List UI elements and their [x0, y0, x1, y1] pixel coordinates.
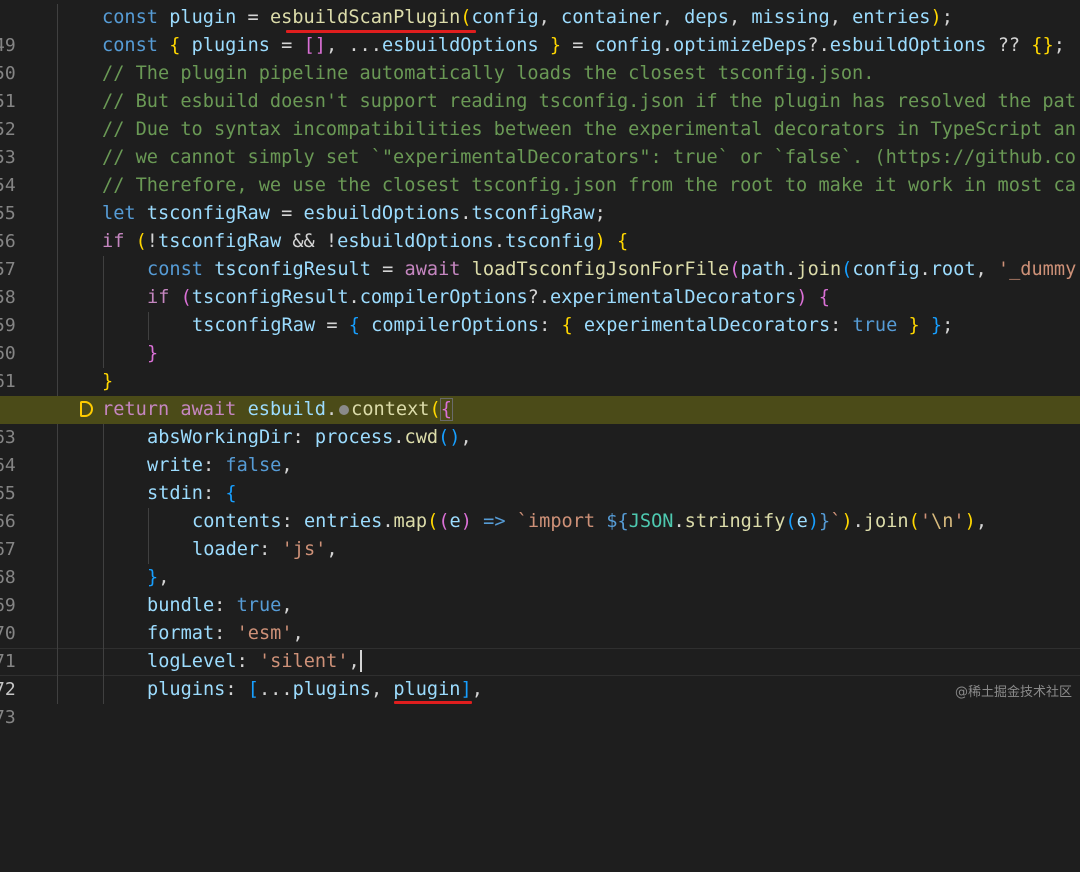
- indent-guide: [57, 340, 58, 368]
- inline-breakpoint-dot-icon[interactable]: [339, 405, 350, 415]
- indent-guide: [57, 368, 58, 396]
- indent-guide: [57, 256, 58, 284]
- line-text: // But esbuild doesn't support reading t…: [102, 91, 1076, 112]
- indent-guide: [148, 312, 149, 340]
- code-line[interactable]: 65 write: false,: [0, 452, 1080, 504]
- code-line[interactable]: 60 tsconfigRaw = { compilerOptions: { ex…: [0, 312, 1080, 364]
- indent-guide: [103, 620, 104, 648]
- indent-guide: [57, 648, 58, 676]
- indent-guide: [148, 536, 149, 564]
- line-text: if (tsconfigResult.compilerOptions?.expe…: [147, 287, 830, 308]
- line-text: loader: 'js',: [192, 539, 338, 560]
- indent-guide: [57, 424, 58, 452]
- line-text: // we cannot simply set `"experimentalDe…: [102, 147, 1076, 168]
- indent-guide: [103, 676, 104, 704]
- line-text: plugins: [...plugins, plugin],: [147, 679, 483, 700]
- code-line[interactable]: 73 plugins: [...plugins, plugin],: [0, 676, 1080, 728]
- execution-line[interactable]: 63 return await esbuild.context({: [0, 396, 1080, 448]
- text-cursor: [359, 650, 362, 672]
- line-text: }: [102, 371, 114, 392]
- line-text: contents: entries.map((e) => `import ${J…: [192, 511, 988, 532]
- indent-guide: [57, 4, 58, 32]
- code-line[interactable]: 62 }: [0, 368, 1080, 420]
- line-text: const tsconfigResult = await loadTsconfi…: [147, 259, 1077, 280]
- code-line[interactable]: 53 // Due to syntax incompatibilities be…: [0, 116, 1080, 168]
- code-line[interactable]: 50 const { plugins = [], ...esbuildOptio…: [0, 32, 1080, 84]
- line-text: stdin: {: [147, 483, 237, 504]
- code-line[interactable]: 59 if (tsconfigResult.compilerOptions?.e…: [0, 284, 1080, 336]
- annotation-underline: [394, 701, 472, 704]
- indent-guide: [57, 60, 58, 88]
- code-line[interactable]: 61 }: [0, 340, 1080, 392]
- code-line[interactable]: 64 absWorkingDir: process.cwd(),: [0, 424, 1080, 476]
- indent-guide: [103, 564, 104, 592]
- indent-guide: [57, 676, 58, 704]
- code-line[interactable]: 49 const plugin = esbuildScanPlugin(conf…: [0, 4, 1080, 56]
- indent-guide: [57, 564, 58, 592]
- line-text: write: false,: [147, 455, 293, 476]
- cursor-line[interactable]: 72 logLevel: 'silent',: [0, 648, 1080, 700]
- line-number: 73: [0, 707, 16, 728]
- indent-guide: [103, 340, 104, 368]
- line-text: tsconfigRaw = { compilerOptions: { exper…: [192, 315, 954, 336]
- indent-guide: [103, 424, 104, 452]
- code-line[interactable]: 54 // we cannot simply set `"experimenta…: [0, 144, 1080, 196]
- code-line[interactable]: 58 const tsconfigResult = await loadTsco…: [0, 256, 1080, 308]
- watermark: @稀土掘金技术社区: [954, 685, 1072, 700]
- indent-guide: [57, 172, 58, 200]
- indent-guide: [57, 312, 58, 340]
- line-text: if (!tsconfigRaw && !esbuildOptions.tsco…: [102, 231, 629, 252]
- line-text: logLevel: 'silent',: [147, 650, 362, 672]
- indent-guide: [103, 592, 104, 620]
- indent-guide: [57, 452, 58, 480]
- line-text: // The plugin pipeline automatically loa…: [102, 63, 875, 84]
- line-text: }: [147, 343, 159, 364]
- line-text: },: [147, 567, 170, 588]
- indent-guide: [57, 592, 58, 620]
- code-line[interactable]: 66 stdin: {: [0, 480, 1080, 532]
- indent-guide: [103, 256, 104, 284]
- line-text: const plugin = esbuildScanPlugin(config,…: [102, 7, 953, 28]
- indent-guide: [57, 116, 58, 144]
- indent-guide: [57, 88, 58, 116]
- line-text: return await esbuild. context({: [102, 398, 453, 421]
- indent-guide: [148, 508, 149, 536]
- indent-guide: [57, 620, 58, 648]
- line-text: const { plugins = [], ...esbuildOptions …: [102, 35, 1065, 56]
- code-line[interactable]: 71 format: 'esm',: [0, 620, 1080, 672]
- indent-guide: [103, 452, 104, 480]
- code-line[interactable]: 68 loader: 'js',: [0, 536, 1080, 588]
- indent-guide: [57, 480, 58, 508]
- indent-guide: [103, 648, 104, 676]
- line-text: // Therefore, we use the closest tsconfi…: [102, 175, 1076, 196]
- indent-guide: [57, 32, 58, 60]
- code-line[interactable]: 52 // But esbuild doesn't support readin…: [0, 88, 1080, 140]
- indent-guide: [57, 228, 58, 256]
- line-text: bundle: true,: [147, 595, 293, 616]
- indent-guide: [103, 284, 104, 312]
- indent-guide: [57, 200, 58, 228]
- line-text: // Due to syntax incompatibilities betwe…: [102, 119, 1076, 140]
- code-line[interactable]: 69 },: [0, 564, 1080, 616]
- line-text: format: 'esm',: [147, 623, 304, 644]
- indent-guide: [103, 508, 104, 536]
- indent-guide: [103, 480, 104, 508]
- code-line[interactable]: 51 // The plugin pipeline automatically …: [0, 60, 1080, 112]
- debug-current-line-arrow-icon[interactable]: [80, 401, 93, 417]
- indent-guide: [57, 144, 58, 172]
- code-line[interactable]: 67 contents: entries.map((e) => `import …: [0, 508, 1080, 560]
- indent-guide: [57, 536, 58, 564]
- code-editor[interactable]: 49 const plugin = esbuildScanPlugin(conf…: [0, 0, 1080, 728]
- line-text: let tsconfigRaw = esbuildOptions.tsconfi…: [102, 203, 606, 224]
- code-line[interactable]: 56 let tsconfigRaw = esbuildOptions.tsco…: [0, 200, 1080, 252]
- indent-guide: [103, 312, 104, 340]
- indent-guide: [57, 284, 58, 312]
- indent-guide: [57, 508, 58, 536]
- indent-guide: [103, 536, 104, 564]
- code-line[interactable]: 55 // Therefore, we use the closest tsco…: [0, 172, 1080, 224]
- code-line[interactable]: 70 bundle: true,: [0, 592, 1080, 644]
- code-line[interactable]: 57 if (!tsconfigRaw && !esbuildOptions.t…: [0, 228, 1080, 280]
- line-text: absWorkingDir: process.cwd(),: [147, 427, 472, 448]
